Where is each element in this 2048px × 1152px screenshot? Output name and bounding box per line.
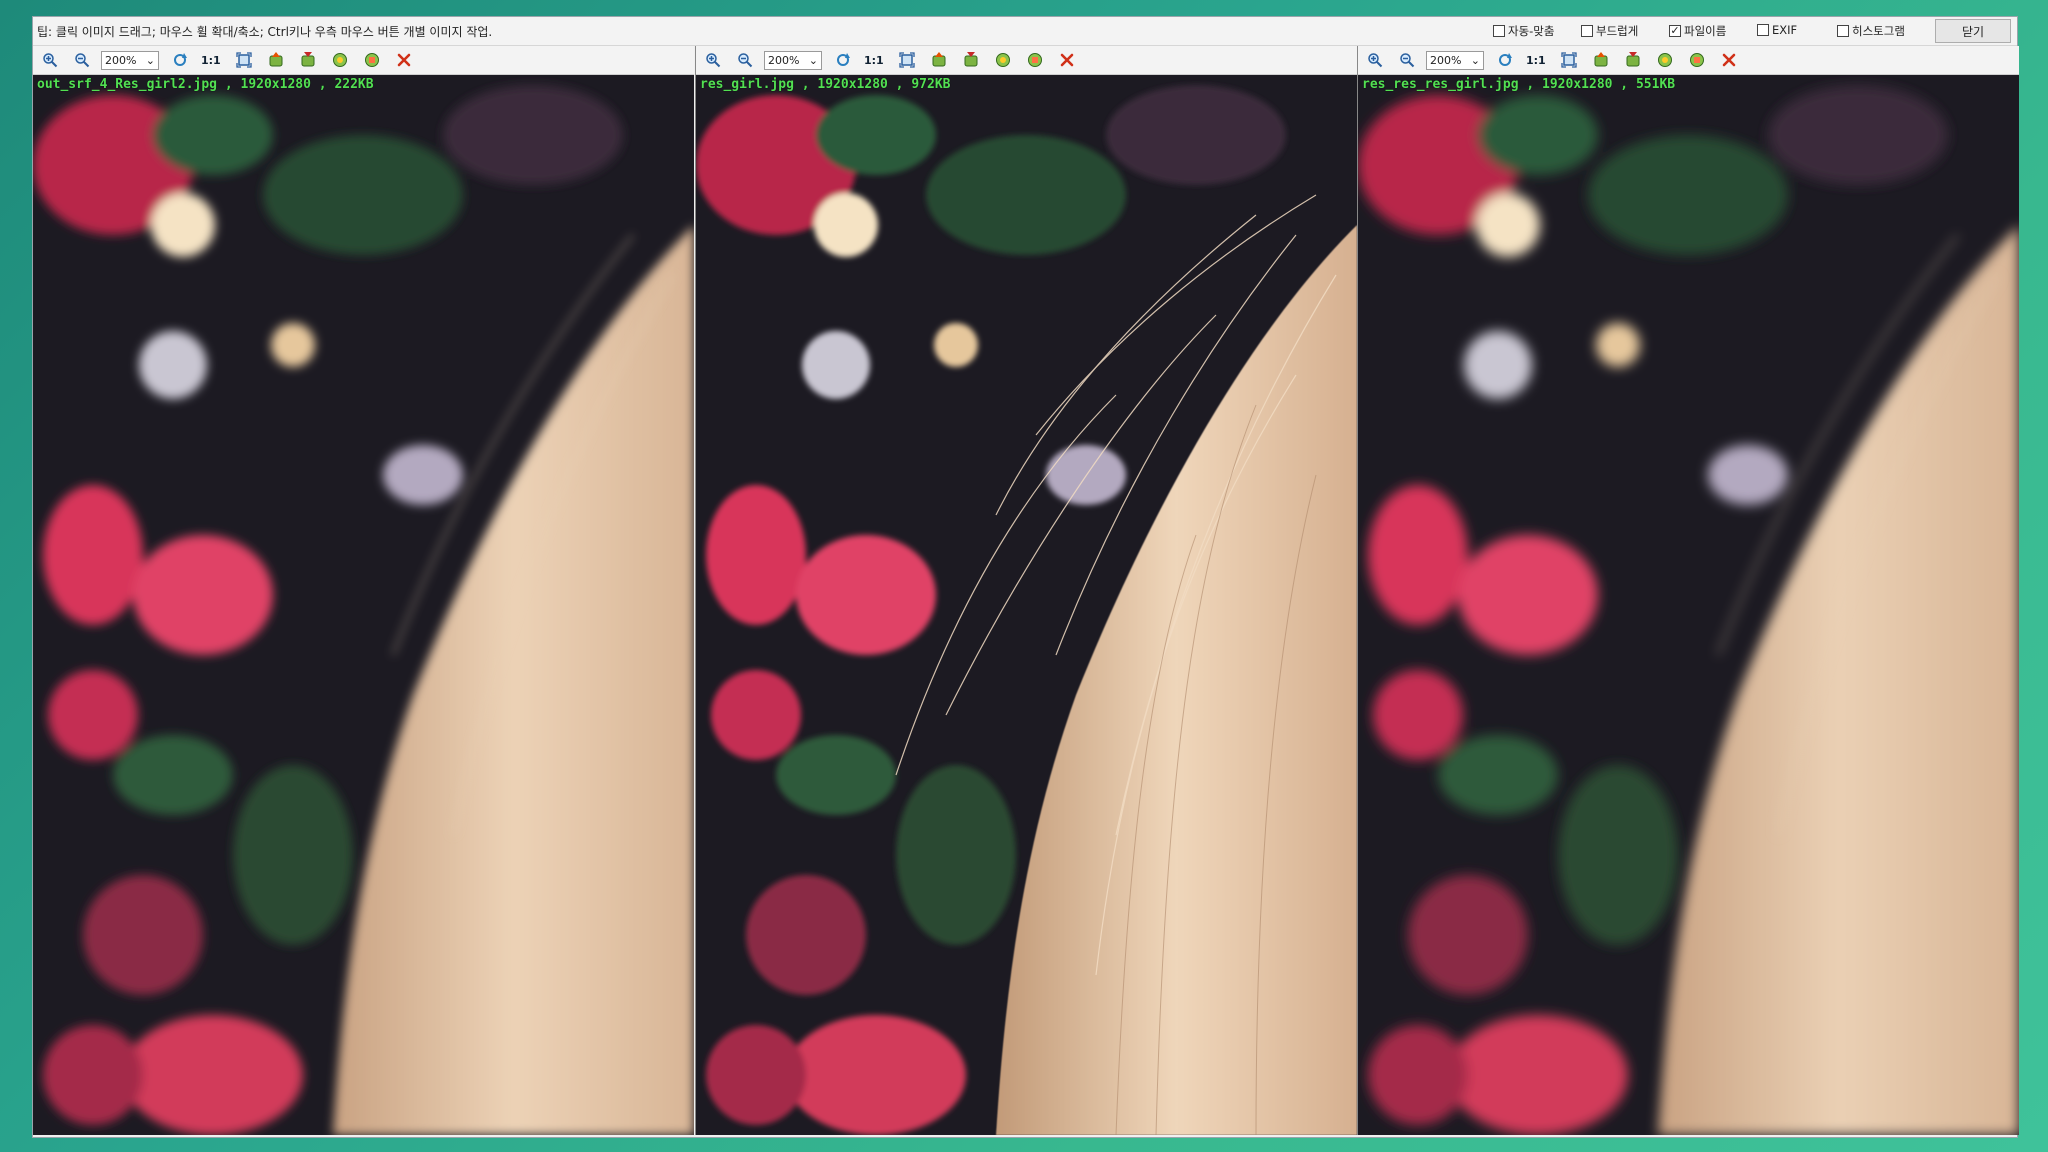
chevron-down-icon: ⌄ <box>1470 53 1480 67</box>
zoom-out-icon[interactable] <box>736 51 754 69</box>
image-view[interactable]: out_srf_4_Res_girl2.jpg , 1920x1280 , 22… <box>33 75 694 1135</box>
image-view[interactable]: res_girl.jpg , 1920x1280 , 972KB <box>696 75 1357 1135</box>
auto-fit-checkbox[interactable] <box>1493 25 1505 37</box>
image-pane-1[interactable]: 200% ⌄ 1:1 out_srf_4_Res_girl2.jpg , 192… <box>33 46 694 1135</box>
actual-size-button[interactable]: 1:1 <box>864 54 884 67</box>
save-icon[interactable] <box>994 51 1012 69</box>
rotate-icon[interactable] <box>171 51 189 69</box>
filename-option[interactable]: ✓ 파일이름 <box>1669 23 1726 39</box>
zoom-in-icon[interactable] <box>704 51 722 69</box>
chevron-down-icon: ⌄ <box>145 53 155 67</box>
close-pane-icon[interactable] <box>1058 51 1076 69</box>
exif-option[interactable]: EXIF <box>1757 23 1797 37</box>
copy-icon[interactable] <box>1026 51 1044 69</box>
pane-toolbar: 200% ⌄ 1:1 <box>1358 46 2019 75</box>
zoom-out-icon[interactable] <box>73 51 91 69</box>
top-bar: 팁: 클릭 이미지 드래그; 마우스 휠 확대/축소; Ctrl키나 우측 마우… <box>33 17 2017 46</box>
histogram-checkbox[interactable] <box>1837 25 1849 37</box>
smooth-option[interactable]: 부드럽게 <box>1581 23 1638 39</box>
fit-icon[interactable] <box>898 51 916 69</box>
actual-size-button[interactable]: 1:1 <box>201 54 221 67</box>
photo-hair-flowers <box>1358 75 2019 1135</box>
next-image-icon[interactable] <box>1624 51 1642 69</box>
next-image-icon[interactable] <box>299 51 317 69</box>
rotate-icon[interactable] <box>1496 51 1514 69</box>
fit-icon[interactable] <box>1560 51 1578 69</box>
filename-checkbox[interactable]: ✓ <box>1669 25 1681 37</box>
file-caption: res_res_res_girl.jpg , 1920x1280 , 551KB <box>1362 77 1676 92</box>
zoom-in-icon[interactable] <box>1366 51 1384 69</box>
fit-icon[interactable] <box>235 51 253 69</box>
prev-image-icon[interactable] <box>267 51 285 69</box>
close-button[interactable]: 닫기 <box>1935 19 2011 43</box>
next-image-icon[interactable] <box>962 51 980 69</box>
image-view[interactable]: res_res_res_girl.jpg , 1920x1280 , 551KB <box>1358 75 2019 1135</box>
copy-icon[interactable] <box>1688 51 1706 69</box>
image-pane-3[interactable]: 200% ⌄ 1:1 res_res_res_girl.jpg , 1920x1… <box>1357 46 2019 1135</box>
zoom-in-icon[interactable] <box>41 51 59 69</box>
tip-text: 팁: 클릭 이미지 드래그; 마우스 휠 확대/축소; Ctrl키나 우측 마우… <box>37 25 493 39</box>
auto-fit-option[interactable]: 자동-맞춤 <box>1493 23 1554 39</box>
file-caption: res_girl.jpg , 1920x1280 , 972KB <box>700 77 951 92</box>
smooth-checkbox[interactable] <box>1581 25 1593 37</box>
chevron-down-icon: ⌄ <box>808 53 818 67</box>
exif-checkbox[interactable] <box>1757 24 1769 36</box>
photo-hair-flowers <box>696 75 1357 1135</box>
prev-image-icon[interactable] <box>1592 51 1610 69</box>
pane-toolbar: 200% ⌄ 1:1 <box>33 46 694 75</box>
zoom-out-icon[interactable] <box>1398 51 1416 69</box>
save-icon[interactable] <box>1656 51 1674 69</box>
prev-image-icon[interactable] <box>930 51 948 69</box>
copy-icon[interactable] <box>363 51 381 69</box>
zoom-select[interactable]: 200% ⌄ <box>764 50 822 70</box>
photo-hair-flowers <box>33 75 694 1135</box>
close-pane-icon[interactable] <box>395 51 413 69</box>
pane-toolbar: 200% ⌄ 1:1 <box>696 46 1357 75</box>
close-pane-icon[interactable] <box>1720 51 1738 69</box>
zoom-select[interactable]: 200% ⌄ <box>1426 50 1484 70</box>
actual-size-button[interactable]: 1:1 <box>1526 54 1546 67</box>
save-icon[interactable] <box>331 51 349 69</box>
zoom-select[interactable]: 200% ⌄ <box>101 50 159 70</box>
image-pane-2[interactable]: 200% ⌄ 1:1 res_girl.jpg , 1920x1280 , 97… <box>695 46 1357 1135</box>
file-caption: out_srf_4_Res_girl2.jpg , 1920x1280 , 22… <box>37 77 374 92</box>
histogram-option[interactable]: 히스토그램 <box>1837 23 1905 39</box>
comparison-window: 팁: 클릭 이미지 드래그; 마우스 휠 확대/축소; Ctrl키나 우측 마우… <box>32 16 2019 1138</box>
rotate-icon[interactable] <box>834 51 852 69</box>
